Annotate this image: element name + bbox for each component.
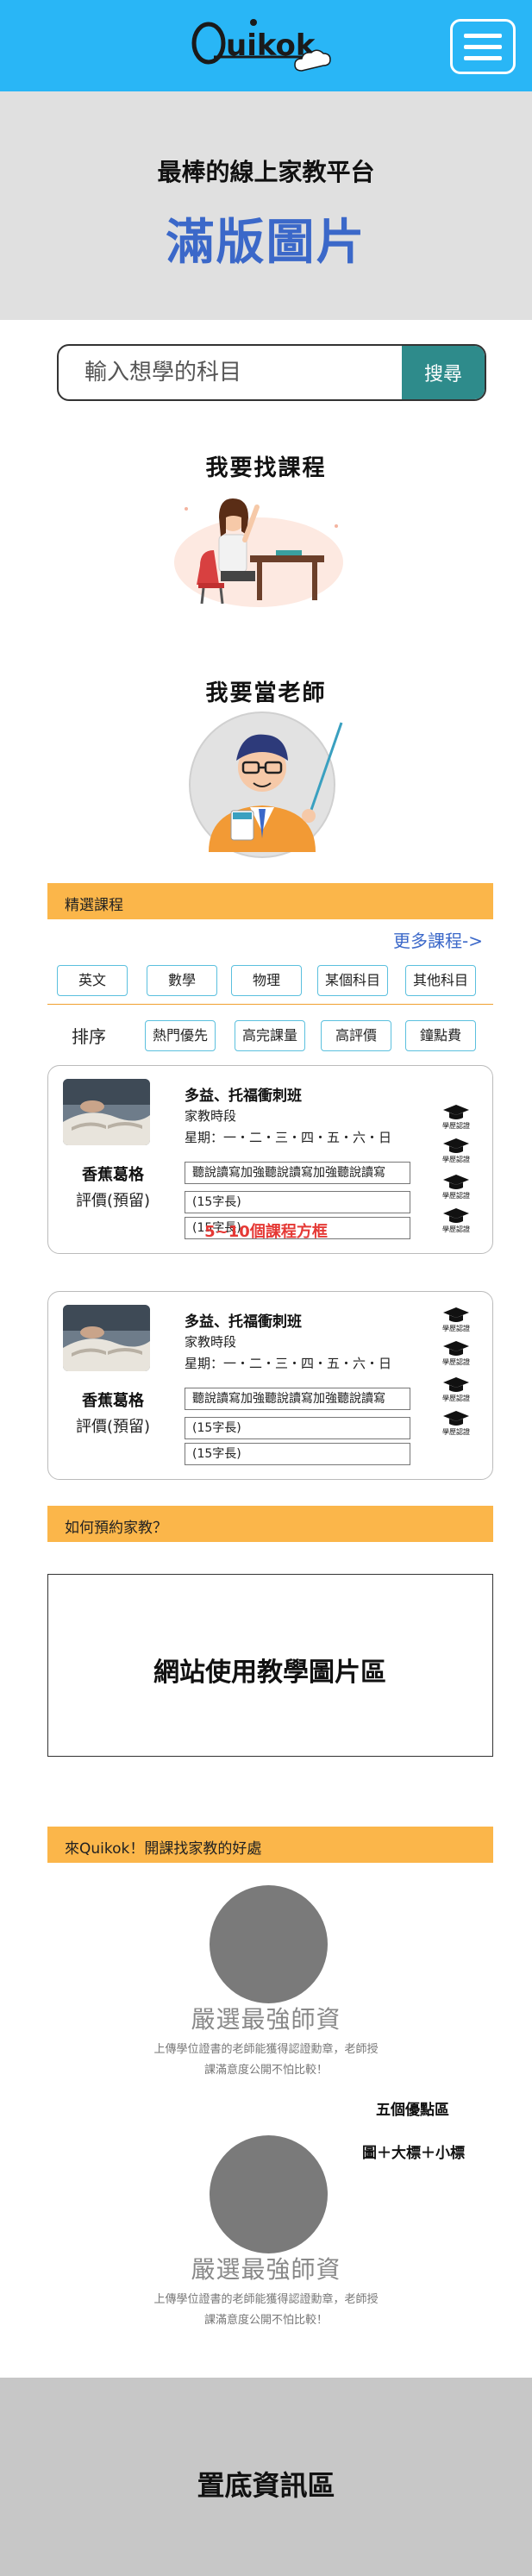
course-box-note: 5~10個課程方框 xyxy=(204,1223,328,1241)
benefit-desc-line1: 上傳學位證書的老師能獲得認證勳章，老師授 xyxy=(153,2043,379,2056)
featured-section-header: 精選課程 xyxy=(47,883,493,919)
benefits-section-header: 來Quikok！開課找家教的好處 xyxy=(47,1827,493,1863)
featured-section-title: 精選課程 xyxy=(65,897,123,914)
subject-chip-math[interactable]: 數學 xyxy=(147,965,217,996)
benefit-desc-line2: 課滿意度公開不怕比較！ xyxy=(203,2314,328,2327)
menu-icon-bar xyxy=(464,45,502,49)
hero-title: 滿版圖片 xyxy=(166,215,366,271)
student-illustration[interactable] xyxy=(155,483,362,612)
hero-subtitle: 最棒的線上家教平台 xyxy=(157,158,375,186)
more-courses-link[interactable]: 更多課程-> xyxy=(393,927,483,952)
course-title[interactable]: 多益、托福衝刺班 xyxy=(185,1309,302,1331)
benefits-note-title: 五個優點區 xyxy=(376,2102,449,2119)
course-card[interactable]: 香蕉葛格 評價(預留) 多益、托福衝刺班 家教時段 星期：一・二・三・四・五・六… xyxy=(47,1291,493,1480)
course-description: 聽說讀寫加強聽說讀寫加強聽說讀寫 xyxy=(185,1388,410,1410)
course-title[interactable]: 多益、托福衝刺班 xyxy=(185,1083,302,1105)
badge-label: 學歷認證 xyxy=(442,1395,470,1402)
menu-button[interactable] xyxy=(450,19,516,74)
benefit-title: 嚴選最強師資 xyxy=(191,2005,341,2034)
sort-completion-button[interactable]: 高完課量 xyxy=(235,1020,305,1051)
find-course-title[interactable]: 我要找課程 xyxy=(0,450,532,482)
subject-chip-some[interactable]: 某個科目 xyxy=(317,965,388,996)
graduation-cap-icon xyxy=(443,1341,469,1356)
graduation-cap-icon xyxy=(443,1377,469,1392)
featured-divider xyxy=(47,1004,493,1005)
sort-price-button[interactable]: 鐘點費 xyxy=(405,1020,476,1051)
menu-icon-bar xyxy=(464,56,502,60)
degree-badge: 學歷認證 xyxy=(432,1341,480,1367)
footer-label: 置底資訊區 xyxy=(197,2469,335,2502)
logo-graphic: uikok xyxy=(191,19,331,72)
badge-label: 學歷認證 xyxy=(442,1122,470,1130)
become-teacher-title[interactable]: 我要當老師 xyxy=(0,675,532,707)
course-type: 家教時段 xyxy=(185,1334,237,1350)
booking-section-header: 如何預約家教？ xyxy=(47,1506,493,1542)
degree-badge: 學歷認證 xyxy=(432,1138,480,1164)
sort-label: 排序 xyxy=(72,1026,106,1047)
teacher-name[interactable]: 香蕉葛格 xyxy=(48,1163,178,1185)
graduation-cap-icon xyxy=(443,1138,469,1153)
course-field-a: (15字長) xyxy=(185,1417,410,1439)
teacher-illustration[interactable] xyxy=(174,705,364,862)
badge-label: 學歷認證 xyxy=(442,1358,470,1366)
badge-label: 學歷認證 xyxy=(442,1192,470,1200)
search-button[interactable]: 搜尋 xyxy=(402,346,485,399)
hero-banner: 最棒的線上家教平台 滿版圖片 xyxy=(0,91,532,320)
teacher-rating: 評價(預留) xyxy=(75,1192,151,1210)
badge-label: 學歷認證 xyxy=(442,1156,470,1163)
subject-chip-english[interactable]: 英文 xyxy=(57,965,128,996)
degree-badge: 學歷認證 xyxy=(432,1411,480,1437)
subject-chip-physics[interactable]: 物理 xyxy=(231,965,302,996)
degree-badge: 學歷認證 xyxy=(432,1307,480,1333)
badge-label: 學歷認證 xyxy=(442,1325,470,1332)
course-field-b: (15字長) xyxy=(185,1443,410,1465)
degree-badge: 學歷認證 xyxy=(432,1105,480,1131)
sort-rating-button[interactable]: 高評價 xyxy=(321,1020,391,1051)
footer: 置底資訊區 xyxy=(0,2378,532,2576)
benefit-image xyxy=(210,1885,328,2003)
course-days: 星期：一・二・三・四・五・六・日 xyxy=(185,1356,392,1371)
benefit-desc-line1: 上傳學位證書的老師能獲得認證勳章，老師授 xyxy=(153,2293,379,2306)
top-header: uikok xyxy=(0,0,532,91)
teacher-rating: 評價(預留) xyxy=(75,1418,151,1436)
graduation-cap-icon xyxy=(443,1411,469,1426)
tutorial-image-area: 網站使用教學圖片區 xyxy=(47,1574,493,1757)
sort-popular-button[interactable]: 熱門優先 xyxy=(145,1020,216,1051)
degree-badge: 學歷認證 xyxy=(432,1377,480,1403)
graduation-cap-icon xyxy=(443,1105,469,1119)
booking-section-title: 如何預約家教？ xyxy=(65,1520,167,1537)
course-photo xyxy=(63,1079,150,1145)
search-bar: 搜尋 xyxy=(57,344,486,401)
graduation-cap-icon xyxy=(443,1307,469,1322)
course-field-a: (15字長) xyxy=(185,1191,410,1213)
benefit-title: 嚴選最強師資 xyxy=(191,2255,341,2284)
subject-chip-other[interactable]: 其他科目 xyxy=(405,965,476,996)
teacher-name[interactable]: 香蕉葛格 xyxy=(48,1388,178,1411)
tutorial-placeholder-label: 網站使用教學圖片區 xyxy=(153,1658,386,1688)
course-photo xyxy=(63,1305,150,1371)
benefit-image xyxy=(210,2135,328,2253)
menu-icon-bar xyxy=(464,34,502,38)
benefits-note-structure: 圖＋大標＋小標 xyxy=(362,2145,465,2162)
search-input[interactable] xyxy=(59,346,404,399)
course-description: 聽說讀寫加強聽說讀寫加強聽說讀寫 xyxy=(185,1162,410,1184)
graduation-cap-icon xyxy=(443,1175,469,1189)
course-type: 家教時段 xyxy=(185,1108,237,1124)
benefit-desc-line2: 課滿意度公開不怕比較！ xyxy=(203,2064,328,2077)
badge-label: 學歷認證 xyxy=(442,1428,470,1436)
degree-badge: 學歷認證 xyxy=(432,1175,480,1200)
quikok-logo[interactable]: uikok xyxy=(191,14,331,78)
benefits-section-title: 來Quikok！開課找家教的好處 xyxy=(65,1840,262,1858)
course-days: 星期：一・二・三・四・五・六・日 xyxy=(185,1130,392,1145)
